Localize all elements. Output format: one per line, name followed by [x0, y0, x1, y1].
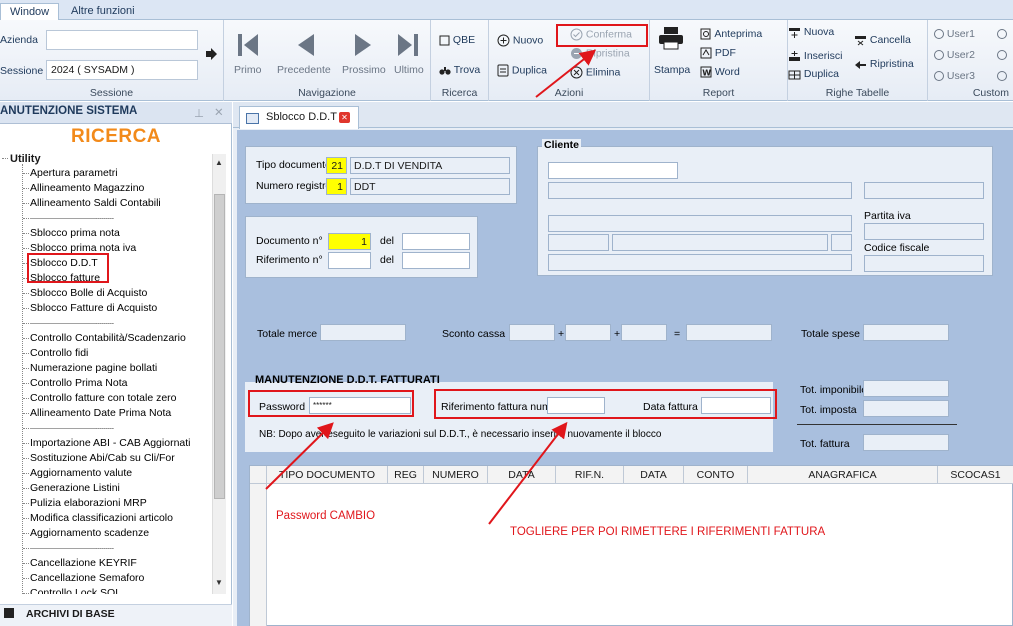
tree-item[interactable]: Controllo Lock SQL	[30, 587, 121, 594]
tree-item[interactable]: Sostituzione Abi/Cab su Cli/For	[30, 452, 175, 464]
scroll-up-icon[interactable]: ▲	[215, 158, 223, 167]
tree-item[interactable]: Aggiornamento scadenze	[30, 527, 149, 539]
sidebar: ANUTENZIONE SISTEMA ⊥ ✕ RICERCA Utility …	[0, 102, 232, 626]
tree-item[interactable]: Sblocco prima nota	[30, 227, 120, 239]
tree-item[interactable]: Aggiornamento valute	[30, 467, 132, 479]
tree-item[interactable]: Importazione ABI - CAB Aggiornati	[30, 437, 191, 449]
tree-item[interactable]: Controllo fidi	[30, 347, 88, 359]
tree-item[interactable]: Apertura parametri	[30, 167, 118, 179]
annotation-arrow-conferma	[535, 49, 597, 98]
tree-separator: ----------------------------------------…	[30, 546, 114, 552]
tree-item[interactable]: Controllo Prima Nota	[30, 377, 127, 389]
tree-item[interactable]: Allineamento Date Prima Nota	[30, 407, 171, 419]
annotation-box-sblocco-ddt	[27, 253, 109, 283]
tree-item[interactable]: Pulizia elaborazioni MRP	[30, 497, 147, 509]
archivi-label: ARCHIVI DI BASE	[26, 608, 115, 620]
tree-item[interactable]: Numerazione pagine bollati	[30, 362, 157, 374]
tree-item[interactable]: Cancellazione Semaforo	[30, 572, 144, 584]
scroll-down-icon[interactable]: ▼	[215, 578, 223, 587]
ricerca-title: RICERCA	[70, 126, 162, 147]
sidebar-scrollbar[interactable]: ▲ ▼	[212, 154, 226, 594]
scroll-thumb[interactable]	[214, 194, 225, 499]
tree-item[interactable]: Sblocco Fatture di Acquisto	[30, 302, 157, 314]
tree-item[interactable]: Sblocco Bolle di Acquisto	[30, 287, 147, 299]
tree: Utility Apertura parametri Allineamento M…	[0, 154, 212, 594]
tree-separator: ----------------------------------------…	[30, 216, 114, 222]
tree-separator: ----------------------------------------…	[30, 426, 114, 432]
tree-separator: ----------------------------------------…	[30, 321, 114, 327]
tree-item[interactable]: Generazione Listini	[30, 482, 120, 494]
tree-item[interactable]: Controllo fatture con totale zero	[30, 392, 177, 404]
archive-icon	[4, 608, 14, 618]
tree-item[interactable]: Cancellazione KEYRIF	[30, 557, 137, 569]
arrow-riferimenti	[488, 421, 568, 525]
tree-item[interactable]: Modifica classificazioni articolo	[30, 512, 173, 524]
tree-item[interactable]: Allineamento Magazzino	[30, 182, 144, 194]
sidebar-footer[interactable]: ARCHIVI DI BASE	[0, 604, 232, 626]
arrow-password	[265, 422, 334, 490]
tree-root-utility[interactable]: Utility	[10, 154, 41, 165]
main-area: Sblocco D.D.T ✕ Tipo documento 21 D.D.T …	[233, 102, 1013, 626]
tree-item[interactable]: Allineamento Saldi Contabili	[30, 197, 161, 209]
annotation-arrows	[265, 421, 568, 525]
tree-item[interactable]: Controllo Contabilità/Scadenzario	[30, 332, 186, 344]
